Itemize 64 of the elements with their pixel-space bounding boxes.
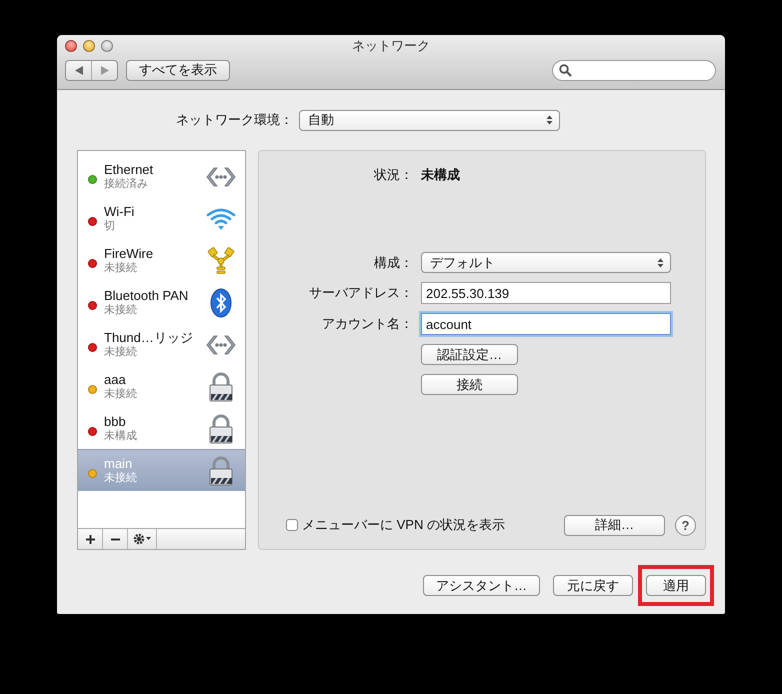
- service-status: 未接続: [104, 345, 137, 359]
- service-name: FireWire: [104, 246, 154, 261]
- advanced-button[interactable]: 詳細…: [564, 514, 665, 536]
- service-item[interactable]: Ethernet 接続済み: [78, 155, 245, 197]
- service-name: Bluetooth PAN: [104, 288, 188, 303]
- gear-icon: [132, 533, 152, 545]
- ethernet-icon: [206, 166, 236, 188]
- search-field[interactable]: [552, 60, 716, 80]
- field-label: サーバアドレス：: [308, 284, 413, 302]
- back-forward-control[interactable]: [65, 60, 118, 80]
- field-label: アカウント名：: [321, 315, 413, 333]
- wifi-icon: [206, 206, 236, 230]
- service-item[interactable]: bbb 未構成: [78, 407, 245, 449]
- service-item[interactable]: FireWire 未接続: [78, 239, 245, 281]
- configuration-popup[interactable]: デフォルト: [421, 252, 671, 273]
- service-item[interactable]: Thund…リッジ 未接続: [78, 323, 245, 365]
- close-button[interactable]: [65, 40, 77, 52]
- search-icon: [559, 64, 572, 76]
- service-item[interactable]: Wi-Fi 切: [78, 197, 245, 239]
- show-vpn-checkbox[interactable]: メニューバーに VPN の状況を表示: [286, 516, 505, 534]
- service-status: 未接続: [104, 261, 137, 275]
- padlock-icon: [208, 372, 234, 402]
- location-label: ネットワーク環境：: [175, 111, 293, 129]
- service-status: 切: [104, 219, 115, 233]
- padlock-icon: [208, 414, 234, 444]
- text-field[interactable]: account: [421, 313, 671, 335]
- service-name: main: [104, 456, 132, 471]
- location-popup[interactable]: 自動: [299, 110, 560, 130]
- firewire-icon: [207, 246, 235, 274]
- service-name: bbb: [104, 414, 126, 429]
- service-name: Ethernet: [104, 162, 154, 177]
- assistant-button[interactable]: アシスタント…: [423, 575, 540, 596]
- status-value: 未構成: [421, 166, 461, 184]
- plus-icon: [86, 534, 94, 544]
- show-all-button[interactable]: すべてを表示: [126, 60, 230, 80]
- zoom-button[interactable]: [101, 40, 113, 52]
- help-button[interactable]: ?: [675, 514, 696, 536]
- padlock-icon: [208, 456, 234, 486]
- status-label: 状況：: [372, 166, 413, 184]
- revert-button[interactable]: 元に戻す: [553, 575, 633, 596]
- service-name: Wi-Fi: [104, 204, 134, 219]
- apply-button[interactable]: 適用: [646, 575, 706, 596]
- forward-icon: [100, 66, 108, 74]
- checkbox-box[interactable]: [286, 519, 298, 531]
- connect-button[interactable]: 接続: [421, 374, 518, 395]
- popup-arrows-icon: [657, 258, 664, 268]
- service-status: 未接続: [104, 471, 137, 485]
- service-name: Thund…リッジ: [104, 330, 193, 345]
- popup-arrows-icon: [546, 115, 553, 125]
- service-name: aaa: [104, 372, 126, 387]
- service-status: 未構成: [104, 429, 137, 443]
- service-status: 未接続: [104, 387, 137, 401]
- back-icon: [74, 66, 82, 74]
- window-title: ネットワーク: [352, 38, 430, 53]
- service-item[interactable]: aaa 未接続: [78, 365, 245, 407]
- minimize-button[interactable]: [83, 40, 95, 52]
- ethernet-icon: [206, 334, 236, 356]
- bluetooth-icon: [210, 288, 232, 318]
- text-field[interactable]: 202.55.30.139: [421, 282, 671, 304]
- service-status: 接続済み: [104, 177, 148, 191]
- service-item[interactable]: Bluetooth PAN 未接続: [78, 281, 245, 323]
- service-status: 未接続: [104, 303, 137, 317]
- field-label: 構成：: [373, 254, 413, 272]
- authentication-settings-button[interactable]: 認証設定…: [421, 344, 518, 365]
